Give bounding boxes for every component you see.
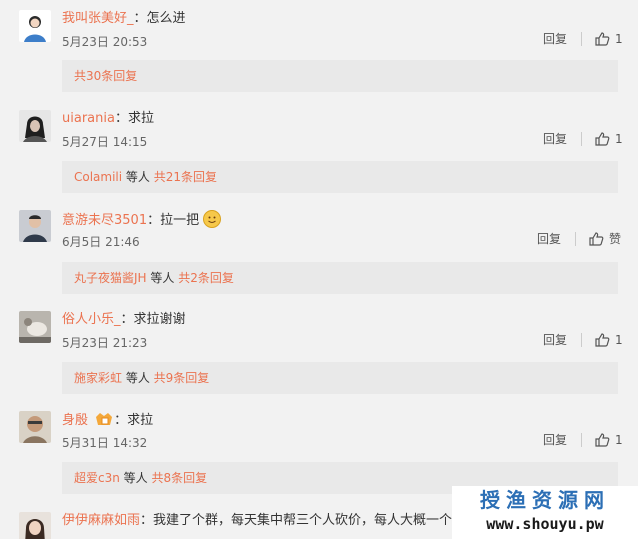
divider (581, 131, 583, 146)
avatar[interactable] (19, 10, 51, 42)
reply-others-text: 等人 (119, 471, 152, 485)
comment-header: 我叫张美好_：怎么进 (62, 11, 186, 26)
divider (581, 332, 583, 347)
reply-others-text: 等人 (146, 271, 179, 285)
comment-header: 伊伊麻麻如雨：我建了个群，每天集中帮三个人砍价，每人大概一个月 (62, 513, 466, 528)
like-button[interactable]: 1 (594, 332, 623, 348)
reply-count-link[interactable]: 共21条回复 (154, 170, 217, 184)
comment-actions: 回复 1 (543, 331, 623, 348)
thumbs-up-icon (595, 131, 610, 146)
comment-header: 俗人小乐_：求拉谢谢 (62, 312, 186, 327)
reply-user-link[interactable]: 施家彩虹 (74, 371, 122, 385)
username-link[interactable]: 意游未尽3501 (62, 213, 147, 228)
avatar[interactable] (19, 411, 51, 443)
divider (581, 432, 583, 447)
replies-summary[interactable]: 丸子夜猫酱JH 等人 共2条回复 (62, 262, 618, 294)
replies-summary[interactable]: 施家彩虹 等人 共9条回复 (62, 362, 618, 394)
watermark-title: 授渔资源网 (480, 488, 610, 512)
like-count: 1 (615, 332, 623, 347)
username-link[interactable]: 俗人小乐_ (62, 312, 121, 327)
comment-actions: 回复 赞 (537, 230, 621, 247)
timestamp: 5月23日 20:53 (62, 35, 148, 49)
like-button[interactable]: 1 (594, 131, 623, 147)
comment-text: 求拉 (127, 413, 154, 428)
like-count: 1 (615, 131, 623, 146)
username-link[interactable]: 我叫张美好_ (62, 11, 134, 26)
comment-text: 我建了个群，每天集中帮三个人砍价，每人大概一个月 (153, 513, 466, 528)
comment-header: 身殷 ：求拉 (62, 411, 153, 433)
replies-summary[interactable]: 共30条回复 (62, 60, 618, 92)
avatar[interactable] (19, 210, 51, 242)
divider (581, 31, 583, 46)
timestamp: 5月23日 21:23 (62, 336, 148, 350)
vip-badge-icon (94, 411, 114, 433)
divider (575, 231, 577, 246)
timestamp: 5月27日 14:15 (62, 135, 148, 149)
reply-user-link[interactable]: Colamili (74, 170, 122, 184)
watermark: 授渔资源网 www.shouyu.pw (452, 486, 638, 539)
comment-text: 求拉 (127, 111, 154, 126)
reply-user-link[interactable]: 丸子夜猫酱JH (74, 271, 147, 285)
thumbs-up-icon (595, 31, 610, 46)
reply-count-link[interactable]: 共2条回复 (178, 271, 234, 285)
comment-header: uiarania：求拉 (62, 111, 154, 126)
comment-text: 拉一把 (160, 213, 200, 228)
smile-emoji-icon (203, 210, 222, 228)
reply-button[interactable]: 回复 (543, 431, 567, 448)
like-button[interactable]: 赞 (588, 230, 621, 247)
reply-count-link[interactable]: 共8条回复 (151, 471, 207, 485)
reply-user-link[interactable]: 超爱c3n (74, 471, 120, 485)
reply-count-link[interactable]: 共9条回复 (154, 371, 210, 385)
like-label: 赞 (609, 232, 622, 246)
reply-others-text: 等人 (122, 371, 154, 385)
reply-others-text: 等人 (122, 170, 154, 184)
username-link[interactable]: 身殷 (62, 413, 88, 428)
like-count: 1 (615, 31, 623, 46)
comment-actions: 回复 1 (543, 431, 623, 448)
replies-summary[interactable]: Colamili 等人 共21条回复 (62, 161, 618, 193)
like-button[interactable]: 1 (594, 432, 623, 448)
avatar[interactable] (19, 311, 51, 343)
thumbs-up-icon (589, 231, 604, 246)
watermark-url: www.shouyu.pw (486, 515, 604, 533)
avatar[interactable] (19, 512, 51, 539)
username-link[interactable]: 伊伊麻麻如雨 (62, 513, 140, 528)
avatar[interactable] (19, 110, 51, 142)
thumbs-up-icon (595, 432, 610, 447)
reply-button[interactable]: 回复 (537, 230, 561, 247)
comment-text: 求拉谢谢 (133, 312, 186, 327)
comment-actions: 回复 1 (543, 130, 623, 147)
comment-actions: 回复 1 (543, 30, 623, 47)
thumbs-up-icon (595, 332, 610, 347)
comment-header: 意游未尽3501：拉一把 (62, 210, 222, 230)
reply-button[interactable]: 回复 (543, 331, 567, 348)
reply-count-link[interactable]: 共30条回复 (74, 69, 137, 83)
reply-button[interactable]: 回复 (543, 130, 567, 147)
like-count: 1 (615, 432, 623, 447)
comment-text: 怎么进 (146, 11, 186, 26)
reply-button[interactable]: 回复 (543, 30, 567, 47)
comment-feed: 我叫张美好_：怎么进 5月23日 20:53 回复 1 共30条回复 uiara… (0, 0, 638, 539)
username-link[interactable]: uiarania (62, 111, 115, 126)
timestamp: 6月5日 21:46 (62, 235, 140, 249)
timestamp: 5月31日 14:32 (62, 436, 148, 450)
like-button[interactable]: 1 (594, 31, 623, 47)
